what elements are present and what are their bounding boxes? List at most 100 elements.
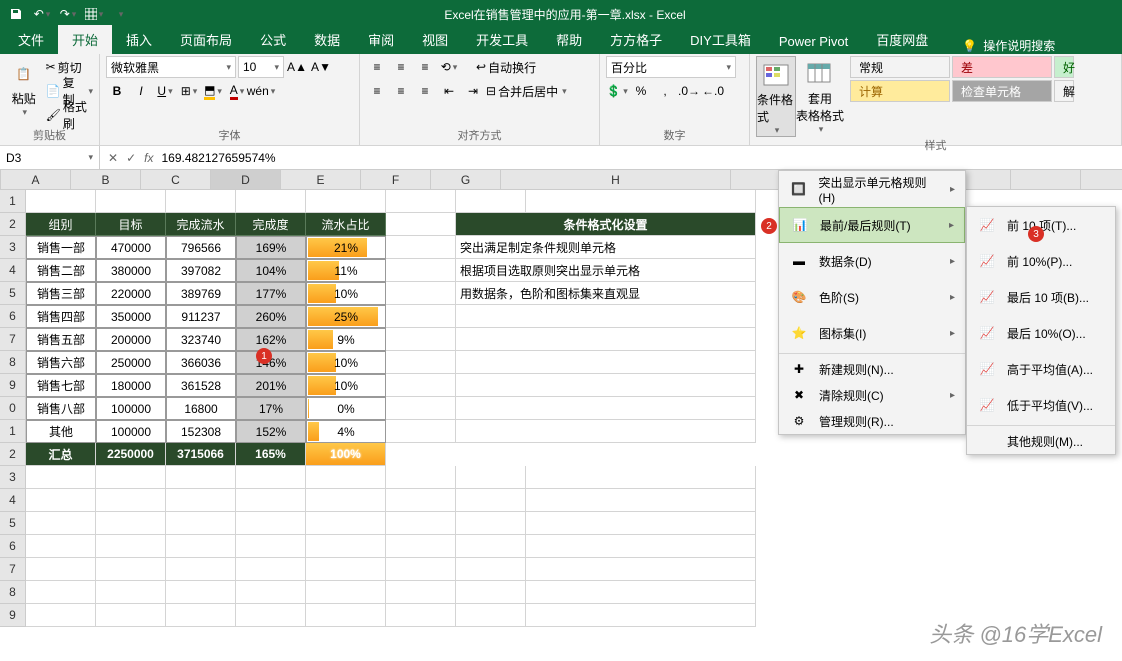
bold-icon[interactable]: B <box>106 80 128 102</box>
row-header[interactable]: 6 <box>0 305 26 328</box>
cell[interactable]: 162% <box>236 328 306 351</box>
confirm-icon[interactable]: ✓ <box>126 151 136 165</box>
cell[interactable] <box>236 558 306 581</box>
tab-review[interactable]: 审阅 <box>354 25 408 54</box>
cell[interactable]: 0% <box>306 397 386 420</box>
format-painter-button[interactable]: 🖌 格式刷 <box>46 104 93 126</box>
cell[interactable] <box>456 604 526 627</box>
font-size-combo[interactable]: 10▾ <box>238 56 284 78</box>
cell[interactable] <box>26 512 96 535</box>
cell[interactable]: 11% <box>306 259 386 282</box>
row-header[interactable]: 4 <box>0 259 26 282</box>
menu-item-bot10[interactable]: 📈最后 10 项(B)... <box>967 279 1115 315</box>
cell[interactable] <box>96 535 166 558</box>
menu-item-highlight[interactable]: 🔲突出显示单元格规则(H)▸ <box>779 171 965 207</box>
cell[interactable]: 250000 <box>96 351 166 374</box>
conditional-format-button[interactable]: 条件格式▾ <box>756 56 796 137</box>
cell[interactable]: 21% <box>306 236 386 259</box>
align-bottom-icon[interactable]: ≡ <box>414 56 436 78</box>
cell[interactable] <box>526 466 756 489</box>
cell[interactable]: 销售六部 <box>26 351 96 374</box>
inc-decimal-icon[interactable]: .0→ <box>678 80 700 102</box>
row-header[interactable]: 2 <box>0 213 26 236</box>
cell[interactable] <box>96 604 166 627</box>
cell[interactable] <box>96 190 166 213</box>
cell[interactable] <box>26 489 96 512</box>
cell[interactable] <box>386 374 456 397</box>
tab-ffgz[interactable]: 方方格子 <box>596 25 676 54</box>
row-header[interactable]: 5 <box>0 512 26 535</box>
row-header[interactable]: 3 <box>0 236 26 259</box>
cell[interactable] <box>166 466 236 489</box>
menu-item-colorscales[interactable]: 🎨色阶(S)▸ <box>779 279 965 315</box>
tab-layout[interactable]: 页面布局 <box>166 25 246 54</box>
cell[interactable]: 397082 <box>166 259 236 282</box>
cell[interactable]: 389769 <box>166 282 236 305</box>
cell[interactable] <box>166 535 236 558</box>
cell[interactable]: 销售四部 <box>26 305 96 328</box>
cell[interactable] <box>456 466 526 489</box>
cell[interactable] <box>26 581 96 604</box>
cell[interactable]: 16800 <box>166 397 236 420</box>
cell[interactable] <box>96 558 166 581</box>
cell[interactable]: 根据项目选取原则突出显示单元格 <box>456 259 756 282</box>
tab-home[interactable]: 开始 <box>58 25 112 54</box>
row-header[interactable]: 3 <box>0 466 26 489</box>
cell[interactable]: 220000 <box>96 282 166 305</box>
menu-item-below[interactable]: 📈低于平均值(V)... <box>967 387 1115 423</box>
cell[interactable]: 销售一部 <box>26 236 96 259</box>
style-bad[interactable]: 差 <box>952 56 1052 78</box>
cell[interactable] <box>26 535 96 558</box>
cell[interactable] <box>166 512 236 535</box>
cell[interactable] <box>166 190 236 213</box>
tab-file[interactable]: 文件 <box>4 25 58 54</box>
cell[interactable]: 165% <box>236 443 306 466</box>
col-header[interactable]: B <box>71 170 141 189</box>
cell[interactable] <box>526 489 756 512</box>
style-check[interactable]: 检查单元格 <box>952 80 1052 102</box>
cell[interactable] <box>306 190 386 213</box>
cell[interactable] <box>166 558 236 581</box>
cell[interactable] <box>386 581 456 604</box>
align-top-icon[interactable]: ≡ <box>366 56 388 78</box>
cell[interactable] <box>456 190 526 213</box>
row-header[interactable]: 8 <box>0 351 26 374</box>
cell[interactable] <box>456 489 526 512</box>
cell[interactable] <box>306 512 386 535</box>
cancel-icon[interactable]: ✕ <box>108 151 118 165</box>
menu-item-above[interactable]: 📈高于平均值(A)... <box>967 351 1115 387</box>
menu-item-toprules[interactable]: 📊最前/最后规则(T)▸ <box>779 207 965 243</box>
grid-icon[interactable]: ▾ <box>82 3 106 25</box>
cell[interactable] <box>456 420 756 443</box>
menu-item-bot10p[interactable]: 📈最后 10%(O)... <box>967 315 1115 351</box>
cell[interactable] <box>386 512 456 535</box>
decrease-font-icon[interactable]: A▼ <box>310 56 332 78</box>
cell[interactable] <box>386 420 456 443</box>
cell[interactable] <box>386 489 456 512</box>
cell[interactable]: 其他 <box>26 420 96 443</box>
cell[interactable] <box>456 512 526 535</box>
formula-input[interactable]: 169.482127659574% <box>161 151 275 165</box>
cell[interactable]: 销售二部 <box>26 259 96 282</box>
cell[interactable]: 180000 <box>96 374 166 397</box>
cell[interactable]: 用数据条，色阶和图标集来直观显 <box>456 282 756 305</box>
cell[interactable] <box>386 236 456 259</box>
undo-icon[interactable]: ↶▾ <box>30 3 54 25</box>
font-color-icon[interactable]: A▾ <box>226 80 248 102</box>
cell[interactable] <box>236 604 306 627</box>
cell[interactable]: 796566 <box>166 236 236 259</box>
font-name-combo[interactable]: 微软雅黑▾ <box>106 56 236 78</box>
menu-item-iconsets[interactable]: ⭐图标集(I)▸ <box>779 315 965 351</box>
increase-font-icon[interactable]: A▲ <box>286 56 308 78</box>
cell[interactable] <box>236 466 306 489</box>
col-header[interactable]: C <box>141 170 211 189</box>
col-header[interactable]: F <box>361 170 431 189</box>
cell[interactable] <box>166 604 236 627</box>
cell[interactable] <box>386 259 456 282</box>
cell[interactable] <box>306 535 386 558</box>
cell[interactable] <box>306 604 386 627</box>
cell[interactable]: 100% <box>306 443 386 466</box>
cell[interactable]: 销售五部 <box>26 328 96 351</box>
cell[interactable]: 组别 <box>26 213 96 236</box>
cell[interactable]: 260% <box>236 305 306 328</box>
